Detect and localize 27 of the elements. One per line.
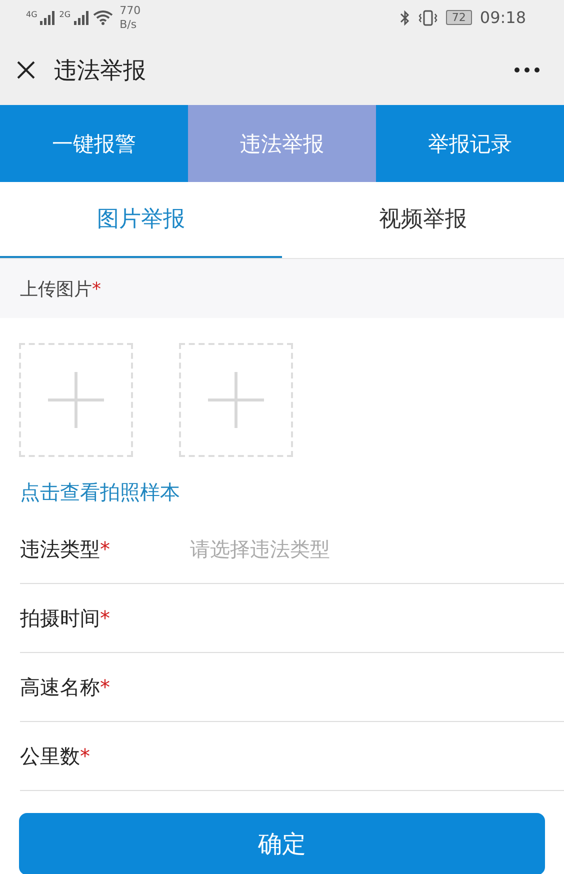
page-title: 违法举报 — [54, 56, 146, 86]
input-field[interactable]: 请选择违法类型 — [188, 536, 564, 562]
tab[interactable]: 举报记录 — [376, 105, 564, 182]
field-label: 拍摄时间* — [20, 604, 111, 632]
speed-value: 770 — [120, 4, 141, 18]
tab[interactable]: 违法举报 — [188, 105, 376, 182]
bluetooth-icon — [400, 10, 410, 26]
sample-link[interactable]: 点击查看拍照样本 — [0, 473, 564, 515]
plus-icon — [48, 372, 104, 428]
section-label: 上传图片* — [20, 278, 101, 300]
tab[interactable]: 一键报警 — [0, 105, 188, 182]
battery-level: 72 — [446, 10, 472, 25]
network-label: 2G — [59, 10, 71, 20]
speed-unit: B/s — [120, 18, 138, 31]
plus-icon — [208, 372, 264, 428]
wifi-icon — [92, 10, 113, 25]
confirm-button[interactable]: 确定 — [19, 813, 545, 874]
clock: 09:18 — [480, 8, 526, 27]
vibrate-icon — [418, 10, 438, 26]
signal-icon — [40, 10, 56, 24]
close-icon[interactable] — [16, 60, 36, 80]
field-label: 违法类型* — [20, 536, 111, 562]
signal-icon — [74, 10, 90, 24]
field-label: 公里数* — [20, 742, 91, 770]
more-icon[interactable] — [514, 67, 540, 73]
network-label: 4G — [26, 10, 38, 20]
field-label: 高速名称* — [20, 674, 111, 700]
